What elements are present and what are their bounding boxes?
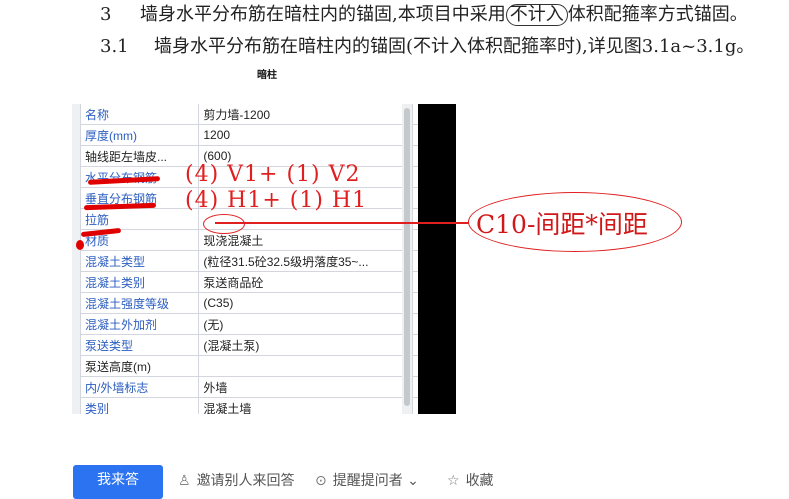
remind-label: 提醒提问者 <box>332 473 403 489</box>
heading-circled-text: 不计入 <box>505 4 568 26</box>
annotation-arrow <box>215 222 469 224</box>
table-row[interactable]: 名称 剪力墙-1200 <box>79 104 456 125</box>
table-row[interactable]: 混凝土外加剂 (无) <box>79 313 456 335</box>
property-value[interactable] <box>198 355 414 377</box>
property-value[interactable]: 剪力墙-1200 <box>198 104 414 125</box>
property-value[interactable]: 1200 <box>198 124 414 146</box>
invite-action[interactable]: ♙ 邀请别人来回答 <box>178 470 295 490</box>
property-name: 内/外墙标志 <box>79 376 200 398</box>
doc-subheading: 3.1 墙身水平分布筋在暗柱内的锚固(不计入体积配箍率时),详见图3.1a~3.1… <box>100 32 754 58</box>
property-panel: 名称剪力墙-1200厚度(mm)1200轴线距左墙皮...(600)水平分布钢筋… <box>72 104 456 414</box>
property-value[interactable]: 混凝土墙 <box>198 397 414 414</box>
property-table: 名称剪力墙-1200厚度(mm)1200轴线距左墙皮...(600)水平分布钢筋… <box>79 104 456 414</box>
subheading-text: 墙身水平分布筋在暗柱内的锚固(不计入体积配箍率时),详见图3.1a~3.1g。 <box>154 36 755 57</box>
property-value[interactable]: 泵送商品砼 <box>198 271 414 293</box>
property-name: 泵送类型 <box>79 334 200 356</box>
table-row[interactable]: 泵送类型 (混凝土泵) <box>79 334 456 356</box>
property-name: 混凝土外加剂 <box>79 313 200 335</box>
property-name: 混凝土类别 <box>79 271 200 293</box>
table-row[interactable]: 混凝土类别 泵送商品砼 <box>79 271 456 293</box>
annotation-vertical-bar: (4) H1+ (1) H1 <box>185 188 368 213</box>
doc-heading: 3 墙身水平分布筋在暗柱内的锚固,本项目中采用 不计入 体积配箍率方式锚固。 <box>100 0 748 26</box>
heading-text-after: 体积配箍率方式锚固。 <box>567 4 748 25</box>
invite-label: 邀请别人来回答 <box>196 473 295 489</box>
red-mark-material <box>76 240 84 250</box>
property-name: 厚度(mm) <box>79 124 200 146</box>
chevron-down-icon: ⌄ <box>402 473 419 489</box>
heading-number: 3 <box>100 4 112 25</box>
property-name: 拉筋 <box>79 208 200 230</box>
property-name: 混凝土类型 <box>79 250 200 272</box>
property-name: 泵送高度(m) <box>79 355 200 377</box>
property-value[interactable]: (粒径31.5砼32.5级坍落度35~... <box>198 250 414 272</box>
collect-action[interactable]: ☆ 收藏 <box>447 470 494 490</box>
annotation-small-ellipse <box>203 214 245 234</box>
row-number-gutter <box>72 104 80 414</box>
annotation-horizontal-bar: (4) V1+ (1) V2 <box>185 162 361 187</box>
table-row[interactable]: 混凝土类型 (粒径31.5砼32.5级坍落度35~... <box>79 250 456 272</box>
user-icon: ♙ <box>178 473 191 489</box>
collect-label: 收藏 <box>465 473 494 489</box>
property-value[interactable]: (无) <box>198 313 414 335</box>
table-row[interactable]: 泵送高度(m) <box>79 355 456 377</box>
property-name: 名称 <box>79 104 200 125</box>
bell-icon: ⊙ <box>315 473 327 489</box>
subheading-number: 3.1 <box>100 36 129 57</box>
property-name: 混凝土强度等级 <box>79 292 200 314</box>
table-row[interactable]: 厚度(mm) 1200 <box>79 124 456 146</box>
annotation-note-text: C10-间距*间距 <box>476 210 648 239</box>
remind-action[interactable]: ⊙ 提醒提问者 ⌄ <box>315 470 419 490</box>
property-name: 轴线距左墙皮... <box>79 145 200 167</box>
star-icon: ☆ <box>447 473 460 489</box>
heading-text-before: 墙身水平分布筋在暗柱内的锚固,本项目中采用 <box>140 4 506 25</box>
property-value[interactable]: (C35) <box>198 292 414 314</box>
scrollbar-thumb[interactable] <box>404 108 410 406</box>
table-row[interactable]: 混凝土强度等级 (C35) <box>79 292 456 314</box>
property-value[interactable]: 外墙 <box>198 376 414 398</box>
table-row[interactable]: 类别 混凝土墙 <box>79 397 456 414</box>
table-row[interactable]: 内/外墙标志外墙✓ <box>79 376 456 398</box>
black-strip <box>418 104 456 414</box>
answer-button[interactable]: 我来答 <box>73 465 163 499</box>
property-value[interactable]: (混凝土泵) <box>198 334 414 356</box>
figure-caption: 暗柱 <box>257 70 277 81</box>
property-name: 类别 <box>79 397 200 414</box>
table-row[interactable]: 材质 现浇混凝土 <box>79 229 456 251</box>
